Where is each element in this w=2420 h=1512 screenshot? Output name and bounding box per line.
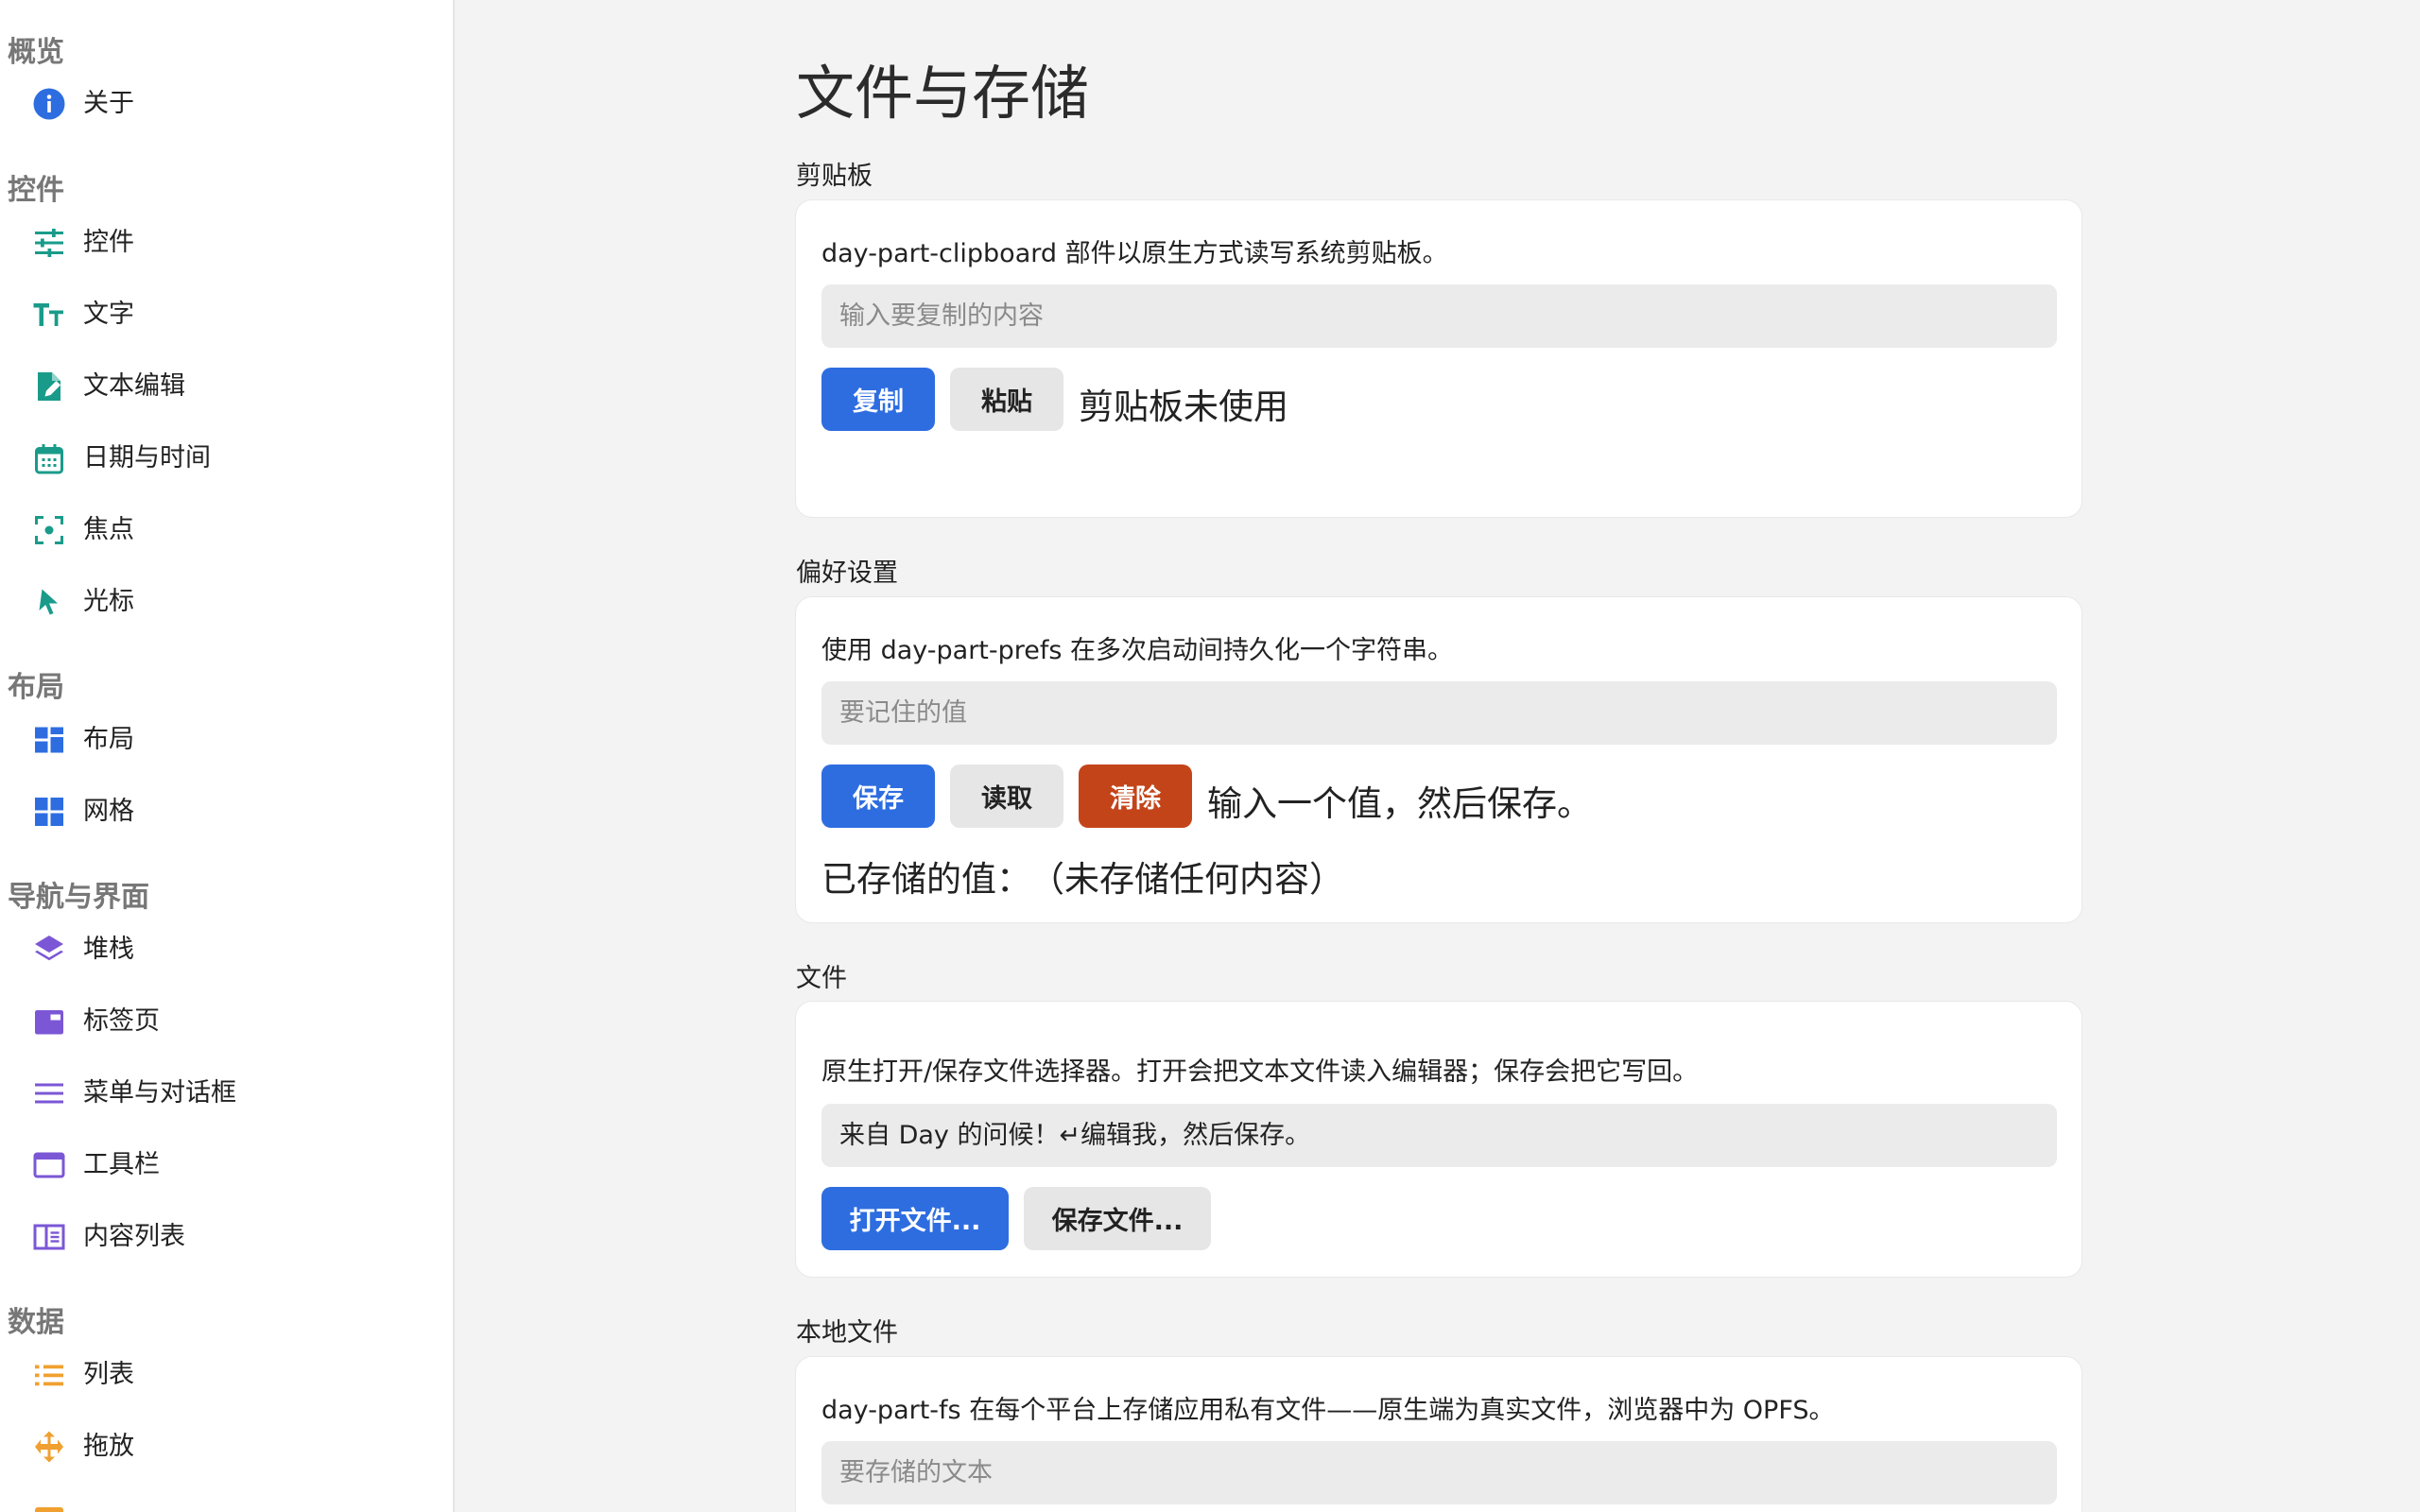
sidebar-item-partial[interactable] — [0, 1486, 453, 1512]
clipboard-card: day-part-clipboard 部件以原生方式读写系统剪贴板。 复制 粘贴… — [795, 199, 2083, 518]
clipboard-description: day-part-clipboard 部件以原生方式读写系统剪贴板。 — [821, 239, 1448, 268]
sidebar: 概览 关于 控件 控件 文字 文本编辑 日期与时间 焦点 光标 布局 布局 网格… — [0, 0, 455, 1512]
menu-icon — [32, 1076, 66, 1110]
group-label-overview: 概览 — [8, 36, 64, 69]
sidebar-item-label: 标签页 — [83, 1006, 160, 1036]
grid-icon — [32, 795, 66, 829]
sidebar-item-text-edit[interactable]: 文本编辑 — [0, 353, 453, 420]
drag-icon — [32, 1430, 66, 1464]
save-pref-button[interactable]: 保存 — [821, 765, 935, 828]
page-title: 文件与存储 — [796, 59, 1090, 128]
stored-value: （未存储任何内容） — [1029, 859, 1344, 900]
sidebar-item-controls[interactable]: 控件 — [0, 210, 453, 276]
stack-icon — [32, 933, 66, 967]
paste-button[interactable]: 粘贴 — [950, 368, 1063, 431]
clipboard-status: 剪贴板未使用 — [1079, 387, 1288, 427]
files-card: 原生打开/保存文件选择器。打开会把文本文件读入编辑器；保存会把它写回。 来自 D… — [795, 1001, 2083, 1278]
section-label-prefs: 偏好设置 — [796, 558, 898, 588]
prefs-description: 使用 day-part-prefs 在多次启动间持久化一个字符串。 — [821, 636, 1454, 665]
sidebar-item-label: 日期与时间 — [83, 443, 211, 472]
sidebar-item-cursor[interactable]: 光标 — [0, 569, 453, 635]
sidebar-item-menus-dialogs[interactable]: 菜单与对话框 — [0, 1060, 453, 1126]
sidebar-item-grid[interactable]: 网格 — [0, 779, 453, 845]
list-icon — [32, 1358, 66, 1392]
files-description: 原生打开/保存文件选择器。打开会把文本文件读入编辑器；保存会把它写回。 — [821, 1057, 1699, 1087]
sidebar-item-stack[interactable]: 堆栈 — [0, 917, 453, 983]
sidebar-item-label: 网格 — [83, 797, 134, 826]
sliders-icon — [32, 226, 66, 260]
sidebar-item-label: 文本编辑 — [83, 371, 185, 401]
group-label-data: 数据 — [8, 1306, 64, 1339]
group-label-layout: 布局 — [8, 671, 64, 704]
local-file-text-input[interactable] — [821, 1441, 2057, 1504]
sidebar-item-text[interactable]: 文字 — [0, 282, 453, 348]
focus-icon — [32, 513, 66, 547]
layout-icon — [32, 723, 66, 757]
content-list-icon — [32, 1220, 66, 1254]
sidebar-item-toolbar[interactable]: 工具栏 — [0, 1132, 453, 1198]
prefs-card: 使用 day-part-prefs 在多次启动间持久化一个字符串。 保存 读取 … — [795, 596, 2083, 923]
sidebar-item-label: 焦点 — [83, 515, 134, 544]
save-file-button[interactable]: 保存文件... — [1024, 1187, 1211, 1250]
sidebar-item-list[interactable]: 列表 — [0, 1342, 453, 1408]
sidebar-item-label: 光标 — [83, 587, 134, 616]
sidebar-item-about[interactable]: 关于 — [0, 71, 453, 137]
local-files-card: day-part-fs 在每个平台上存储应用私有文件——原生端为真实文件，浏览器… — [795, 1356, 2083, 1512]
sidebar-item-layout[interactable]: 布局 — [0, 707, 453, 773]
sidebar-item-label: 列表 — [83, 1360, 134, 1389]
sidebar-item-drag-drop[interactable]: 拖放 — [0, 1414, 453, 1480]
group-label-navigation: 导航与界面 — [8, 881, 149, 914]
file-edit-icon — [32, 369, 66, 404]
sidebar-item-label: 文字 — [83, 300, 134, 329]
cursor-icon — [32, 585, 66, 619]
box-icon — [32, 1502, 66, 1512]
info-icon — [32, 87, 66, 121]
clipboard-input[interactable] — [821, 284, 2057, 348]
prefs-status: 输入一个值，然后保存。 — [1207, 783, 1592, 824]
main-content: 文件与存储 剪贴板 day-part-clipboard 部件以原生方式读写系统… — [457, 0, 2420, 1512]
tabs-icon — [32, 1005, 66, 1039]
sidebar-item-label: 布局 — [83, 725, 134, 754]
load-pref-button[interactable]: 读取 — [950, 765, 1063, 828]
section-label-clipboard: 剪贴板 — [796, 162, 873, 191]
toolbar-icon — [32, 1148, 66, 1182]
sidebar-item-label: 控件 — [83, 228, 134, 257]
calendar-icon — [32, 441, 66, 475]
sidebar-item-tabs[interactable]: 标签页 — [0, 988, 453, 1055]
sidebar-item-label: 内容列表 — [83, 1222, 185, 1251]
text-size-icon — [32, 298, 66, 332]
sidebar-item-label: 拖放 — [83, 1432, 134, 1461]
sidebar-item-label: 菜单与对话框 — [83, 1078, 236, 1108]
sidebar-item-focus[interactable]: 焦点 — [0, 497, 453, 563]
open-file-button[interactable]: 打开文件... — [821, 1187, 1009, 1250]
sidebar-item-label: 工具栏 — [83, 1150, 160, 1179]
sidebar-item-datetime[interactable]: 日期与时间 — [0, 425, 453, 491]
group-label-controls: 控件 — [8, 174, 64, 207]
section-label-local-files: 本地文件 — [796, 1318, 898, 1348]
local-files-description: day-part-fs 在每个平台上存储应用私有文件——原生端为真实文件，浏览器… — [821, 1396, 1835, 1425]
stored-value-label: 已存储的值： — [821, 859, 1031, 900]
clear-pref-button[interactable]: 清除 — [1079, 765, 1192, 828]
sidebar-item-label: 堆栈 — [83, 935, 134, 964]
file-editor[interactable]: 来自 Day 的问候！↵编辑我，然后保存。 — [821, 1104, 2057, 1167]
sidebar-item-content-list[interactable]: 内容列表 — [0, 1204, 453, 1270]
sidebar-item-label: 关于 — [83, 89, 134, 118]
prefs-value-input[interactable] — [821, 681, 2057, 745]
section-label-files: 文件 — [796, 964, 847, 993]
copy-button[interactable]: 复制 — [821, 368, 935, 431]
